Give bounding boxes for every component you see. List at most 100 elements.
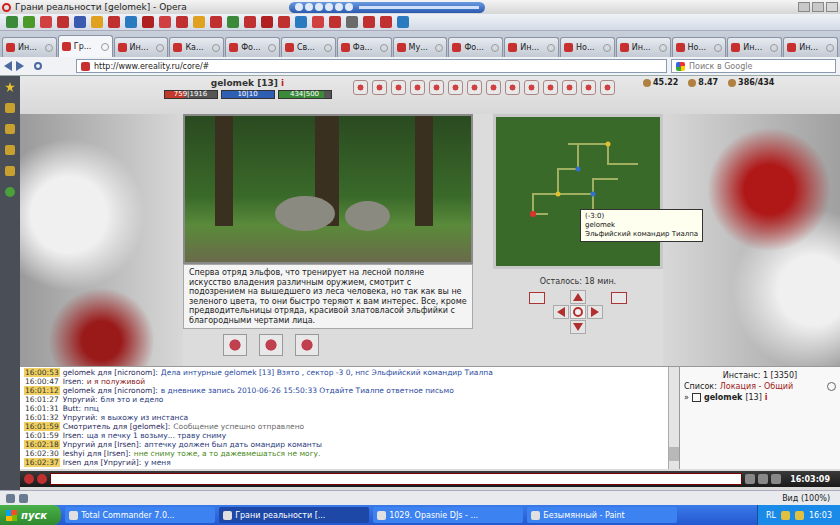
taskbar-item[interactable]: Безымянный - Paint bbox=[527, 507, 677, 523]
message-author[interactable]: Упругий: bbox=[63, 413, 98, 422]
downloads-icon[interactable] bbox=[5, 145, 15, 155]
zoom-level[interactable]: Вид (100%) bbox=[782, 494, 834, 503]
tab[interactable]: Фа... bbox=[337, 37, 392, 57]
tab[interactable]: Но... bbox=[560, 37, 615, 57]
chat-scrollbar[interactable] bbox=[668, 367, 679, 469]
tab[interactable]: Ка... bbox=[169, 37, 224, 57]
reload-icon[interactable] bbox=[34, 62, 42, 70]
message-author[interactable]: gelomek для [nicronom]: bbox=[63, 368, 158, 377]
chat-input[interactable] bbox=[50, 473, 742, 485]
forward-icon[interactable] bbox=[16, 61, 24, 71]
tab-close-icon[interactable] bbox=[826, 44, 834, 52]
widgets-icon[interactable] bbox=[5, 187, 15, 197]
tab-close-icon[interactable] bbox=[156, 44, 164, 52]
message-author[interactable]: Смотритель для [gelomek]: bbox=[63, 422, 171, 431]
status-icon[interactable] bbox=[19, 494, 28, 503]
bookmark-icon[interactable] bbox=[227, 16, 239, 28]
media-button-icon[interactable] bbox=[325, 3, 333, 11]
chat-mode-icon[interactable] bbox=[24, 474, 34, 484]
bookmark-icon[interactable] bbox=[176, 16, 188, 28]
history-icon[interactable] bbox=[5, 166, 15, 176]
media-button-icon[interactable] bbox=[335, 3, 343, 11]
bookmark-icon[interactable] bbox=[142, 16, 154, 28]
tab-close-icon[interactable] bbox=[603, 44, 611, 52]
message-author[interactable]: Irsen: bbox=[63, 431, 84, 440]
tray-icon[interactable] bbox=[795, 511, 804, 520]
taskbar-item[interactable]: 1029. Opasnie DJs - ... bbox=[373, 507, 523, 523]
game-menu-button-icon[interactable] bbox=[486, 80, 501, 95]
tab-close-icon[interactable] bbox=[659, 44, 667, 52]
item-icon[interactable] bbox=[223, 334, 247, 356]
bookmark-icon[interactable] bbox=[380, 16, 392, 28]
media-slider[interactable] bbox=[359, 6, 479, 9]
bookmark-icon[interactable] bbox=[363, 16, 375, 28]
tab[interactable]: Гр... bbox=[58, 35, 113, 57]
tab-close-icon[interactable] bbox=[770, 44, 778, 52]
east-arrow-icon[interactable] bbox=[587, 305, 603, 319]
bookmark-icon[interactable] bbox=[74, 16, 86, 28]
player-row-info[interactable]: i bbox=[765, 392, 768, 403]
tab[interactable]: Ин... bbox=[783, 37, 838, 57]
message-author[interactable]: Butt: bbox=[63, 404, 81, 413]
tab[interactable]: Ин... bbox=[114, 37, 169, 57]
taskbar-item[interactable]: Грани реальности [... bbox=[219, 507, 369, 523]
game-menu-button-icon[interactable] bbox=[600, 80, 615, 95]
tab-close-icon[interactable] bbox=[435, 44, 443, 52]
game-menu-button-icon[interactable] bbox=[448, 80, 463, 95]
game-menu-button-icon[interactable] bbox=[505, 80, 520, 95]
tab-close-icon[interactable] bbox=[212, 44, 220, 52]
south-arrow-icon[interactable] bbox=[570, 320, 586, 334]
tab-close-icon[interactable] bbox=[324, 44, 332, 52]
game-menu-button-icon[interactable] bbox=[467, 80, 482, 95]
back-icon[interactable] bbox=[4, 61, 12, 71]
tab-close-icon[interactable] bbox=[45, 44, 53, 52]
player-info-button[interactable]: i bbox=[281, 78, 284, 88]
tab-close-icon[interactable] bbox=[491, 44, 499, 52]
bookmark-icon[interactable] bbox=[244, 16, 256, 28]
media-button-icon[interactable] bbox=[295, 3, 303, 11]
refresh-icon[interactable] bbox=[827, 382, 836, 391]
chat-mode-icon[interactable] bbox=[37, 474, 47, 484]
notes-icon[interactable] bbox=[5, 124, 15, 134]
tab[interactable]: Му... bbox=[393, 37, 448, 57]
media-button-icon[interactable] bbox=[315, 3, 323, 11]
bookmark-icon[interactable] bbox=[193, 16, 205, 28]
mail-icon[interactable] bbox=[5, 103, 15, 113]
media-button-icon[interactable] bbox=[345, 3, 353, 11]
bookmark-icon[interactable] bbox=[346, 16, 358, 28]
bookmark-icon[interactable] bbox=[312, 16, 324, 28]
bookmark-icon[interactable] bbox=[295, 16, 307, 28]
tab[interactable]: Фо... bbox=[225, 37, 280, 57]
map-option-icon[interactable] bbox=[529, 292, 545, 304]
item-icon[interactable] bbox=[295, 334, 319, 356]
media-button-icon[interactable] bbox=[305, 3, 313, 11]
bookmark-icon[interactable] bbox=[57, 16, 69, 28]
bookmark-icon[interactable] bbox=[159, 16, 171, 28]
refresh-icon[interactable] bbox=[570, 305, 586, 319]
item-icon[interactable] bbox=[259, 334, 283, 356]
tab[interactable]: Фо... bbox=[448, 37, 503, 57]
north-arrow-icon[interactable] bbox=[570, 290, 586, 304]
bookmarks-icon[interactable] bbox=[5, 82, 15, 92]
game-menu-button-icon[interactable] bbox=[581, 80, 596, 95]
bookmark-icon[interactable] bbox=[108, 16, 120, 28]
search-field[interactable]: Поиск в Google bbox=[671, 59, 836, 73]
player-row[interactable]: »gelomek[13]i bbox=[684, 392, 836, 403]
tab-close-icon[interactable] bbox=[101, 43, 109, 51]
language-indicator[interactable]: RL bbox=[766, 511, 776, 520]
close-icon[interactable] bbox=[826, 2, 838, 12]
map-option-icon[interactable] bbox=[611, 292, 627, 304]
start-button[interactable]: пуск bbox=[0, 505, 61, 525]
bookmark-icon[interactable] bbox=[23, 16, 35, 28]
chat-tool-icon[interactable] bbox=[745, 474, 755, 484]
chat-tool-icon[interactable] bbox=[771, 474, 781, 484]
message-author[interactable]: leshyi для [Irsen]: bbox=[63, 449, 131, 458]
tab[interactable]: Но... bbox=[672, 37, 727, 57]
game-menu-button-icon[interactable] bbox=[391, 80, 406, 95]
bookmark-icon[interactable] bbox=[125, 16, 137, 28]
message-author[interactable]: Irsen: bbox=[63, 377, 84, 386]
bookmark-icon[interactable] bbox=[91, 16, 103, 28]
bookmark-icon[interactable] bbox=[278, 16, 290, 28]
game-menu-button-icon[interactable] bbox=[353, 80, 368, 95]
bookmark-icon[interactable] bbox=[329, 16, 341, 28]
